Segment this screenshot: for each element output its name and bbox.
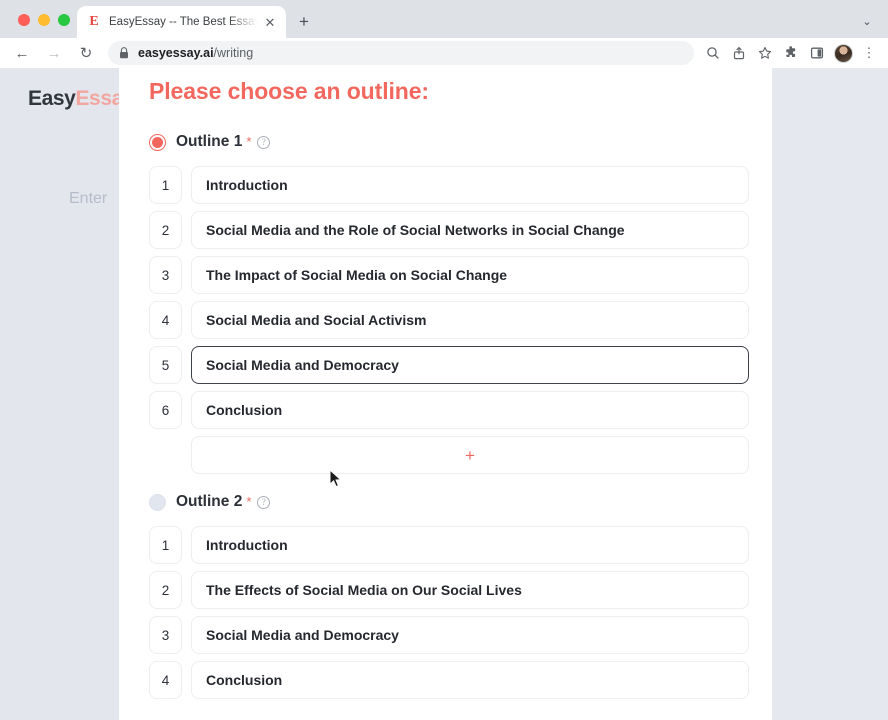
outline-group-2: Outline 2 * ? 1 Introduction 2 The Effec… <box>149 491 749 706</box>
row-number: 6 <box>149 391 182 429</box>
row-number: 3 <box>149 616 182 654</box>
outline-1-label: Outline 1 <box>176 133 243 150</box>
browser-toolbar: ← → ↻ easyessay.ai/writing ⋮ <box>0 38 888 68</box>
extensions-puzzle-icon[interactable] <box>778 41 804 65</box>
row-text-input[interactable]: Conclusion <box>191 391 749 429</box>
required-marker: * <box>246 493 252 509</box>
new-tab-icon[interactable]: + <box>294 11 314 31</box>
url-path: /writing <box>213 46 254 60</box>
address-bar[interactable]: easyessay.ai/writing <box>108 41 694 65</box>
row-text-input[interactable]: The Impact of Social Media on Social Cha… <box>191 256 749 294</box>
minimize-window-button[interactable] <box>38 14 50 26</box>
outline-1-header[interactable]: Outline 1 * ? <box>149 131 749 153</box>
outline-item-row[interactable]: 2 The Effects of Social Media on Our Soc… <box>149 571 749 609</box>
sidebar-panel-icon[interactable] <box>804 41 830 65</box>
outline-item-row[interactable]: 6 Conclusion <box>149 391 749 429</box>
row-text-input[interactable]: Social Media and the Role of Social Netw… <box>191 211 749 249</box>
easyessay-favicon-icon: E <box>89 14 99 29</box>
close-window-button[interactable] <box>18 14 30 26</box>
lock-icon <box>118 47 130 59</box>
add-item-button[interactable]: + <box>191 436 749 474</box>
outline-1-radio[interactable] <box>149 133 166 151</box>
row-number: 4 <box>149 301 182 339</box>
share-icon[interactable] <box>726 41 752 65</box>
row-number: 3 <box>149 256 182 294</box>
outline-2-radio[interactable] <box>149 493 166 511</box>
forward-button[interactable]: → <box>42 41 66 65</box>
outline-item-row[interactable]: 4 Social Media and Social Activism <box>149 301 749 339</box>
logo-text-essay: Essa <box>75 87 123 110</box>
row-number: 1 <box>149 526 182 564</box>
back-button[interactable]: ← <box>10 41 34 65</box>
reload-button[interactable]: ↻ <box>74 41 98 65</box>
outline-item-row[interactable]: 1 Introduction <box>149 166 749 204</box>
bookmark-star-icon[interactable] <box>752 41 778 65</box>
modal-title: Please choose an outline: <box>149 78 429 104</box>
profile-avatar[interactable] <box>830 41 856 65</box>
browser-menu-icon[interactable]: ⋮ <box>856 41 882 65</box>
outline-group-1: Outline 1 * ? 1 Introduction 2 Social Me… <box>149 131 749 481</box>
logo-text-easy: Easy <box>28 87 76 110</box>
screen: E EasyEssay -- The Best Essay W ✕ + ⌄ ← … <box>0 0 888 720</box>
help-circle-icon[interactable]: ? <box>257 495 271 509</box>
row-text-input-focused[interactable]: Social Media and Democracy <box>191 346 749 384</box>
url-domain: easyessay.ai <box>138 46 214 60</box>
row-text-input[interactable]: Introduction <box>191 166 749 204</box>
chevron-down-icon[interactable]: ⌄ <box>858 12 876 30</box>
outline-item-row[interactable]: 3 The Impact of Social Media on Social C… <box>149 256 749 294</box>
choose-outline-modal: Please choose an outline: Outline 1 * ? … <box>119 68 772 720</box>
row-text-input[interactable]: The Effects of Social Media on Our Socia… <box>191 571 749 609</box>
page-content: EasyEssa Enter Please choose an outline:… <box>0 68 888 720</box>
tab-strip: E EasyEssay -- The Best Essay W ✕ + ⌄ <box>0 0 888 38</box>
outline-item-row[interactable]: 3 Social Media and Democracy <box>149 616 749 654</box>
close-tab-icon[interactable]: ✕ <box>262 14 278 30</box>
row-text-input[interactable]: Social Media and Democracy <box>191 616 749 654</box>
browser-tab[interactable]: E EasyEssay -- The Best Essay W ✕ <box>77 6 286 38</box>
maximize-window-button[interactable] <box>58 14 70 26</box>
row-number: 2 <box>149 571 182 609</box>
outline-item-row[interactable]: 1 Introduction <box>149 526 749 564</box>
row-number: 1 <box>149 166 182 204</box>
add-outline-item-row[interactable]: + <box>149 436 749 474</box>
row-number: 2 <box>149 211 182 249</box>
app-sidebar: EasyEssa Enter <box>0 68 123 720</box>
zoom-icon[interactable] <box>700 41 726 65</box>
outline-2-label: Outline 2 <box>176 493 243 510</box>
row-text-input[interactable]: Introduction <box>191 526 749 564</box>
row-number: 5 <box>149 346 182 384</box>
outline-item-row[interactable]: 5 Social Media and Democracy <box>149 346 749 384</box>
browser-chrome: E EasyEssay -- The Best Essay W ✕ + ⌄ ← … <box>0 0 888 68</box>
enter-label: Enter <box>69 190 108 207</box>
required-marker: * <box>246 133 252 149</box>
outline-2-header[interactable]: Outline 2 * ? <box>149 491 749 513</box>
row-text-input[interactable]: Conclusion <box>191 661 749 699</box>
window-controls <box>18 14 70 26</box>
outline-item-row[interactable]: 2 Social Media and the Role of Social Ne… <box>149 211 749 249</box>
app-logo[interactable]: EasyEssa <box>28 87 123 111</box>
row-text-input[interactable]: Social Media and Social Activism <box>191 301 749 339</box>
outline-item-row[interactable]: 4 Conclusion <box>149 661 749 699</box>
row-number: 4 <box>149 661 182 699</box>
tab-title: EasyEssay -- The Best Essay W <box>109 16 262 28</box>
help-circle-icon[interactable]: ? <box>257 135 271 149</box>
toolbar-icons: ⋮ <box>700 41 888 65</box>
url-text: easyessay.ai/writing <box>138 46 253 60</box>
